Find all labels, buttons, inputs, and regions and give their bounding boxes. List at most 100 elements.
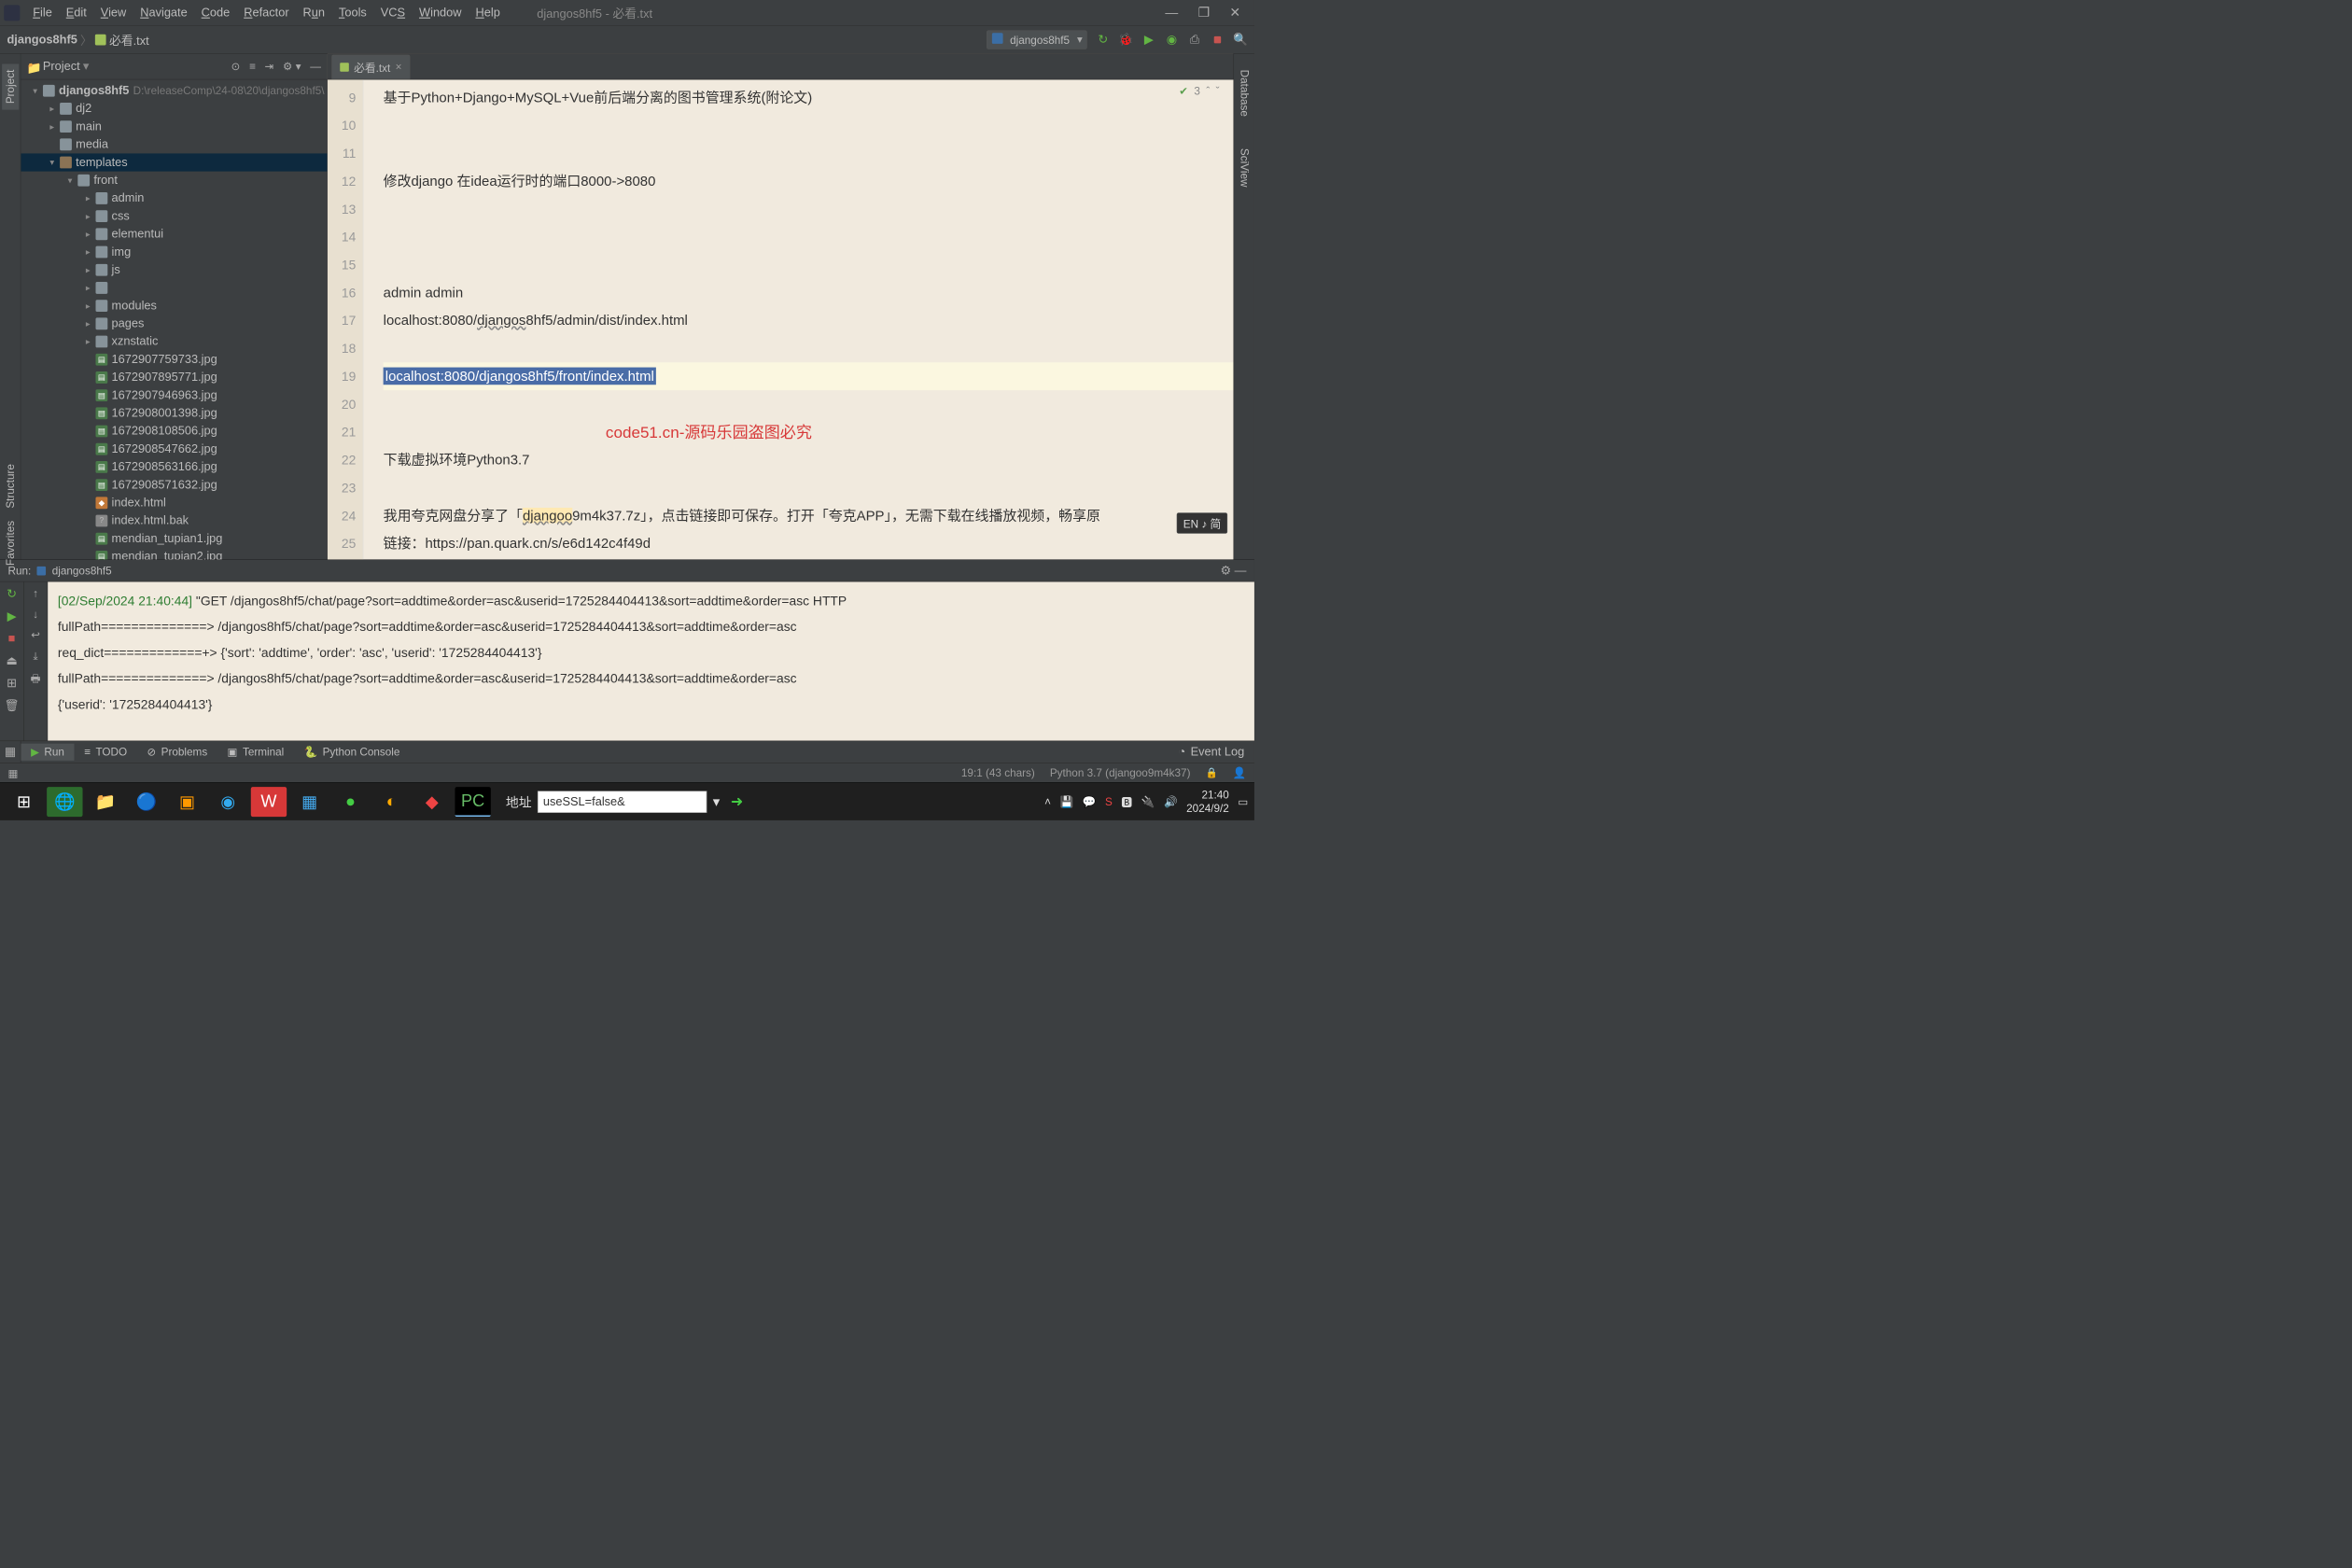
console-output[interactable]: [02/Sep/2024 21:40:44] "GET /djangos8hf5…: [48, 581, 1254, 740]
editor-tab[interactable]: 必看.txt ×: [331, 55, 410, 79]
expand-icon[interactable]: ≡: [249, 60, 256, 73]
taskbar-wechat-icon[interactable]: ●: [332, 787, 368, 817]
menu-help[interactable]: Help: [469, 4, 507, 21]
tab-problems[interactable]: ⊘Problems: [137, 743, 217, 760]
tree-file[interactable]: ▤1672907946963.jpg: [21, 386, 327, 404]
taskbar-app-icon[interactable]: ◐: [373, 787, 409, 817]
taskbar-sublime-icon[interactable]: ▣: [169, 787, 204, 817]
tree-root[interactable]: ▾djangos8hf5D:\releaseComp\24-08\20\djan…: [21, 81, 327, 99]
gear-icon[interactable]: ⚙ —: [1221, 564, 1247, 578]
interpreter[interactable]: Python 3.7 (djangoo9m4k37): [1050, 766, 1191, 779]
menu-vcs[interactable]: VCS: [373, 4, 412, 21]
tree-file[interactable]: ▤1672907895771.jpg: [21, 369, 327, 386]
address-input[interactable]: useSSL=false&: [538, 791, 707, 812]
menu-navigate[interactable]: Navigate: [133, 4, 194, 21]
rerun-icon[interactable]: ↻: [1096, 33, 1110, 47]
tree-file[interactable]: ▤1672908547662.jpg: [21, 440, 327, 457]
trash-icon[interactable]: 🗑: [4, 698, 19, 712]
lock-icon[interactable]: 🔒: [1205, 766, 1217, 778]
run-config-selector[interactable]: djangos8hf5: [987, 30, 1087, 49]
menu-edit[interactable]: Edit: [59, 4, 93, 21]
minimize-icon[interactable]: —: [1165, 5, 1178, 21]
tool-windows-icon[interactable]: ▦: [8, 767, 21, 779]
rerun-icon[interactable]: ↻: [7, 587, 17, 601]
tree-file[interactable]: ▤1672908001398.jpg: [21, 404, 327, 422]
taskbar-explorer-icon[interactable]: 📁: [88, 787, 123, 817]
menu-window[interactable]: Window: [413, 4, 469, 21]
attach-icon[interactable]: ⎙: [1187, 33, 1201, 47]
taskbar-app-icon[interactable]: ▦: [292, 787, 328, 817]
tab-structure-stripe[interactable]: Structure: [2, 458, 19, 514]
tray-power-icon[interactable]: 🔌: [1141, 795, 1155, 808]
tree-file[interactable]: ?index.html.bak: [21, 511, 327, 529]
tray-disk-icon[interactable]: 💾: [1060, 795, 1074, 808]
notifications-icon[interactable]: ▭: [1238, 795, 1248, 808]
up-icon[interactable]: ↑: [33, 587, 38, 600]
tree-file[interactable]: ▤mendian_tupian2.jpg: [21, 548, 327, 560]
ime-indicator[interactable]: EN ♪ 简: [1177, 512, 1227, 533]
tree-folder[interactable]: ▸admin: [21, 189, 327, 207]
tab-project-stripe[interactable]: Project: [2, 63, 19, 109]
gear-icon[interactable]: ⚙ ▾: [283, 60, 301, 73]
event-log[interactable]: ◔Event Log: [1179, 745, 1254, 759]
tray-chevron-icon[interactable]: ˄: [1044, 795, 1051, 808]
menu-code[interactable]: Code: [194, 4, 237, 21]
tree-file[interactable]: ◆index.html: [21, 494, 327, 511]
breadcrumb-root[interactable]: djangos8hf5: [7, 33, 77, 47]
tree-folder[interactable]: ▸modules: [21, 297, 327, 315]
tree-file[interactable]: ▤1672908571632.jpg: [21, 476, 327, 494]
project-title[interactable]: Project: [43, 60, 80, 74]
breadcrumb-file[interactable]: 必看.txt: [109, 31, 149, 49]
menu-view[interactable]: View: [93, 4, 133, 21]
layout-icon[interactable]: ⊞: [7, 676, 17, 690]
stop-icon[interactable]: ■: [8, 632, 16, 646]
menu-run[interactable]: Run: [296, 4, 331, 21]
tree-folder[interactable]: ▸main: [21, 118, 327, 135]
tool-strip-toggle[interactable]: ▦: [0, 741, 21, 763]
scroll-icon[interactable]: ⤓: [34, 650, 38, 663]
tree-folder[interactable]: ▸css: [21, 207, 327, 225]
tab-favorites-stripe[interactable]: Favorites: [2, 514, 19, 571]
collapse-icon[interactable]: ⇥: [265, 60, 274, 73]
dropdown-icon[interactable]: ▾: [713, 793, 720, 810]
editor-annotations[interactable]: ✔ 3 ˆ ˇ: [1179, 85, 1219, 98]
tree-folder-front[interactable]: ▾front: [21, 171, 327, 189]
print-icon[interactable]: 🖶: [31, 670, 41, 689]
tree-folder[interactable]: ▸img: [21, 243, 327, 260]
tray-bluetooth-icon[interactable]: 🅱: [1121, 793, 1132, 809]
breadcrumb[interactable]: djangos8hf5 〉 必看.txt: [7, 31, 148, 49]
run-icon[interactable]: ▶: [7, 609, 17, 623]
wrap-icon[interactable]: ↩: [31, 629, 40, 642]
taskbar-browser-icon[interactable]: 🌐: [47, 787, 82, 817]
tree-file[interactable]: ▤1672907759733.jpg: [21, 350, 327, 368]
profile-icon[interactable]: ◉: [1165, 33, 1179, 47]
go-icon[interactable]: ➜: [731, 793, 743, 811]
hide-icon[interactable]: —: [310, 60, 321, 73]
down-icon[interactable]: ↓: [33, 608, 38, 621]
tab-python-console[interactable]: 🐍Python Console: [294, 743, 410, 760]
close-icon[interactable]: ✕: [1229, 5, 1240, 21]
hector-icon[interactable]: 👤: [1233, 766, 1247, 779]
tree-folder[interactable]: ▸: [21, 279, 327, 297]
menu-tools[interactable]: Tools: [331, 4, 373, 21]
tab-terminal[interactable]: ▣Terminal: [217, 743, 294, 760]
tree-folder[interactable]: media: [21, 135, 327, 153]
chevron-up-icon[interactable]: ˆ: [1206, 85, 1210, 98]
exit-icon[interactable]: ⏏: [6, 653, 17, 667]
menu-refactor[interactable]: Refactor: [237, 4, 296, 21]
tray-wechat-icon[interactable]: 💬: [1083, 795, 1097, 808]
tree-file[interactable]: ▤1672908108506.jpg: [21, 422, 327, 440]
tray-volume-icon[interactable]: 🔊: [1164, 795, 1178, 808]
taskbar-app-icon[interactable]: ◆: [414, 787, 450, 817]
tab-todo[interactable]: ≡TODO: [75, 743, 137, 760]
tab-database-stripe[interactable]: Database: [1236, 63, 1253, 122]
debug-icon[interactable]: 🐞: [1119, 33, 1133, 47]
tree-folder[interactable]: ▸elementui: [21, 225, 327, 243]
taskbar-wps-icon[interactable]: W: [251, 787, 287, 817]
tray-sogou-icon[interactable]: S: [1105, 795, 1113, 808]
close-tab-icon[interactable]: ×: [396, 61, 402, 74]
system-tray[interactable]: ˄ 💾 💬 S 🅱 🔌 🔊 21:40 2024/9/2 ▭: [1044, 789, 1248, 815]
tree-folder[interactable]: ▸pages: [21, 315, 327, 332]
chevron-down-icon[interactable]: ▾: [83, 59, 89, 73]
maximize-icon[interactable]: ❐: [1198, 5, 1210, 21]
